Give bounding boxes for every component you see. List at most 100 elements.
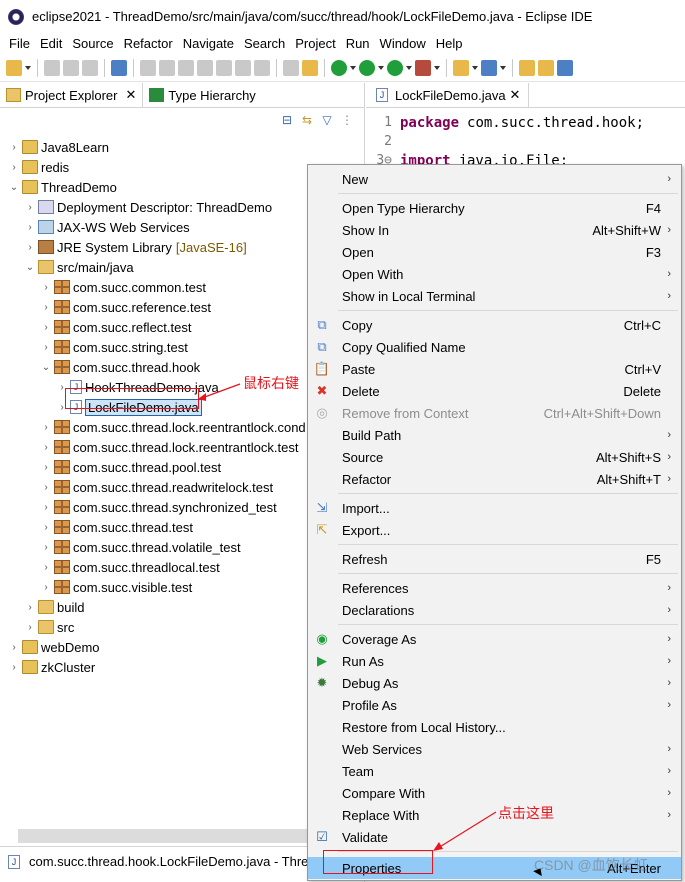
tree-item[interactable]: › com.succ.common.test (40, 277, 206, 297)
chevron-down-icon[interactable] (25, 60, 31, 76)
menu-item-import[interactable]: ⇲ Import... (308, 497, 681, 519)
tree-item[interactable]: › com.succ.thread.readwritelock.test (40, 477, 273, 497)
tree-item[interactable]: ⌄ com.succ.thread.hook (40, 357, 200, 377)
menu-navigate[interactable]: Navigate (178, 36, 239, 51)
menu-item-build-path[interactable]: Build Path › (308, 424, 681, 446)
chevron-right-icon[interactable]: › (40, 422, 52, 433)
open-type-icon[interactable] (519, 59, 535, 76)
suspend-icon[interactable] (159, 59, 175, 76)
chevron-right-icon[interactable]: › (40, 302, 52, 313)
menu-item-coverage-as[interactable]: ◉ Coverage As › (308, 628, 681, 650)
step-return-icon[interactable] (254, 59, 270, 76)
menu-item-restore-from-local-history[interactable]: Restore from Local History... (308, 716, 681, 738)
tab-lockfiledemo[interactable]: J LockFileDemo.java ✕ (366, 83, 530, 107)
tree-item[interactable]: › com.succ.visible.test (40, 577, 192, 597)
chevron-right-icon[interactable]: › (40, 562, 52, 573)
menu-run[interactable]: Run (341, 36, 375, 51)
tab-type-hierarchy[interactable]: Type Hierarchy (143, 83, 261, 107)
coverage-icon[interactable] (387, 59, 403, 76)
menu-item-run-as[interactable]: ▶ Run As › (308, 650, 681, 672)
menu-item-open-type-hierarchy[interactable]: Open Type Hierarchy F4 (308, 197, 681, 219)
chevron-down-icon[interactable] (434, 60, 440, 76)
menu-item-references[interactable]: References › (308, 577, 681, 599)
menu-source[interactable]: Source (67, 36, 118, 51)
menu-item-compare-with[interactable]: Compare With › (308, 782, 681, 804)
chevron-right-icon[interactable]: › (8, 642, 20, 653)
chevron-down-icon[interactable]: ⌄ (24, 262, 36, 273)
menu-item-open[interactable]: Open F3 (308, 241, 681, 263)
step-over-icon[interactable] (235, 59, 251, 76)
menu-item-debug-as[interactable]: ✹ Debug As › (308, 672, 681, 694)
menu-item-copy-qualified-name[interactable]: ⧉ Copy Qualified Name (308, 336, 681, 358)
chevron-down-icon[interactable] (350, 60, 356, 76)
horizontal-scrollbar[interactable] (18, 829, 348, 843)
close-icon[interactable]: ✕ (125, 87, 136, 103)
new-class-icon[interactable] (481, 59, 497, 76)
menu-help[interactable]: Help (431, 36, 468, 51)
tree-item[interactable]: › src (24, 617, 74, 637)
debug-icon[interactable] (331, 59, 347, 76)
menu-item-open-with[interactable]: Open With › (308, 263, 681, 285)
menu-item-copy[interactable]: ⧉ Copy Ctrl+C (308, 314, 681, 336)
new-icon[interactable] (6, 59, 22, 76)
chevron-down-icon[interactable] (500, 60, 506, 76)
tab-project-explorer[interactable]: Project Explorer ✕ (0, 83, 144, 107)
tree-item[interactable]: › Java8Learn (8, 137, 109, 157)
tree-item[interactable]: › JAX-WS Web Services (24, 217, 189, 237)
chevron-right-icon[interactable]: › (24, 202, 36, 213)
collapse-all-icon[interactable]: ⊟ (280, 113, 294, 127)
menu-item-refresh[interactable]: Refresh F5 (308, 548, 681, 570)
tree-item[interactable]: › redis (8, 157, 69, 177)
tree-item[interactable]: › com.succ.reflect.test (40, 317, 191, 337)
menu-item-new[interactable]: New › (308, 168, 681, 190)
tree-item[interactable]: › com.succ.thread.synchronized_test (40, 497, 276, 517)
menu-search[interactable]: Search (239, 36, 290, 51)
tree-item[interactable]: › com.succ.thread.test (40, 517, 193, 537)
print-icon[interactable] (82, 59, 98, 76)
menu-project[interactable]: Project (290, 36, 340, 51)
chevron-right-icon[interactable]: › (8, 662, 20, 673)
disconnect-icon[interactable] (197, 59, 213, 76)
tree-item[interactable]: › webDemo (8, 637, 99, 657)
chevron-right-icon[interactable]: › (40, 522, 52, 533)
chevron-down-icon[interactable]: ⌄ (40, 362, 52, 373)
tree-item[interactable]: ⌄ src/main/java (24, 257, 134, 277)
chevron-right-icon[interactable]: › (40, 462, 52, 473)
resume-icon[interactable] (140, 59, 156, 76)
chevron-right-icon[interactable]: › (24, 602, 36, 613)
chevron-right-icon[interactable]: › (24, 622, 36, 633)
menu-item-remove-from-context[interactable]: ◎ Remove from Context Ctrl+Alt+Shift+Down (308, 402, 681, 424)
menu-item-team[interactable]: Team › (308, 760, 681, 782)
menu-edit[interactable]: Edit (35, 36, 67, 51)
chevron-right-icon[interactable]: › (24, 222, 36, 233)
tree-item[interactable]: › Deployment Descriptor: ThreadDemo (24, 197, 272, 217)
tree-item[interactable]: › com.succ.thread.pool.test (40, 457, 221, 477)
chevron-down-icon[interactable] (406, 60, 412, 76)
chevron-down-icon[interactable] (472, 60, 478, 76)
tree-item[interactable]: › JRE System Library [JavaSE-16] (24, 237, 246, 257)
link-with-editor-icon[interactable]: ⇆ (300, 113, 314, 127)
menu-item-web-services[interactable]: Web Services › (308, 738, 681, 760)
filter-icon[interactable]: ▽ (320, 113, 334, 127)
tree-item[interactable]: › com.succ.thread.volatile_test (40, 537, 240, 557)
menu-item-declarations[interactable]: Declarations › (308, 599, 681, 621)
menu-item-source[interactable]: Source Alt+Shift+S › (308, 446, 681, 468)
chevron-right-icon[interactable]: › (40, 482, 52, 493)
chevron-down-icon[interactable] (378, 60, 384, 76)
chevron-right-icon[interactable]: › (8, 162, 20, 173)
open-folder-icon[interactable] (538, 59, 554, 76)
external-tools-icon[interactable] (415, 59, 431, 76)
open-console-icon[interactable] (283, 59, 299, 76)
close-icon[interactable]: ✕ (510, 87, 521, 103)
chevron-right-icon[interactable]: › (24, 242, 36, 253)
chevron-right-icon[interactable]: › (40, 282, 52, 293)
menu-item-show-in[interactable]: Show In Alt+Shift+W › (308, 219, 681, 241)
chevron-right-icon[interactable]: › (40, 322, 52, 333)
menu-item-show-in-local-terminal[interactable]: Show in Local Terminal › (308, 285, 681, 307)
tree-item[interactable]: › com.succ.thread.lock.reentrantlock.test (40, 437, 298, 457)
skip-breakpoints-icon[interactable] (111, 59, 127, 76)
chevron-right-icon[interactable]: › (40, 582, 52, 593)
chevron-down-icon[interactable]: ⌄ (8, 182, 20, 193)
chevron-right-icon[interactable]: › (8, 142, 20, 153)
menu-item-paste[interactable]: 📋 Paste Ctrl+V (308, 358, 681, 380)
